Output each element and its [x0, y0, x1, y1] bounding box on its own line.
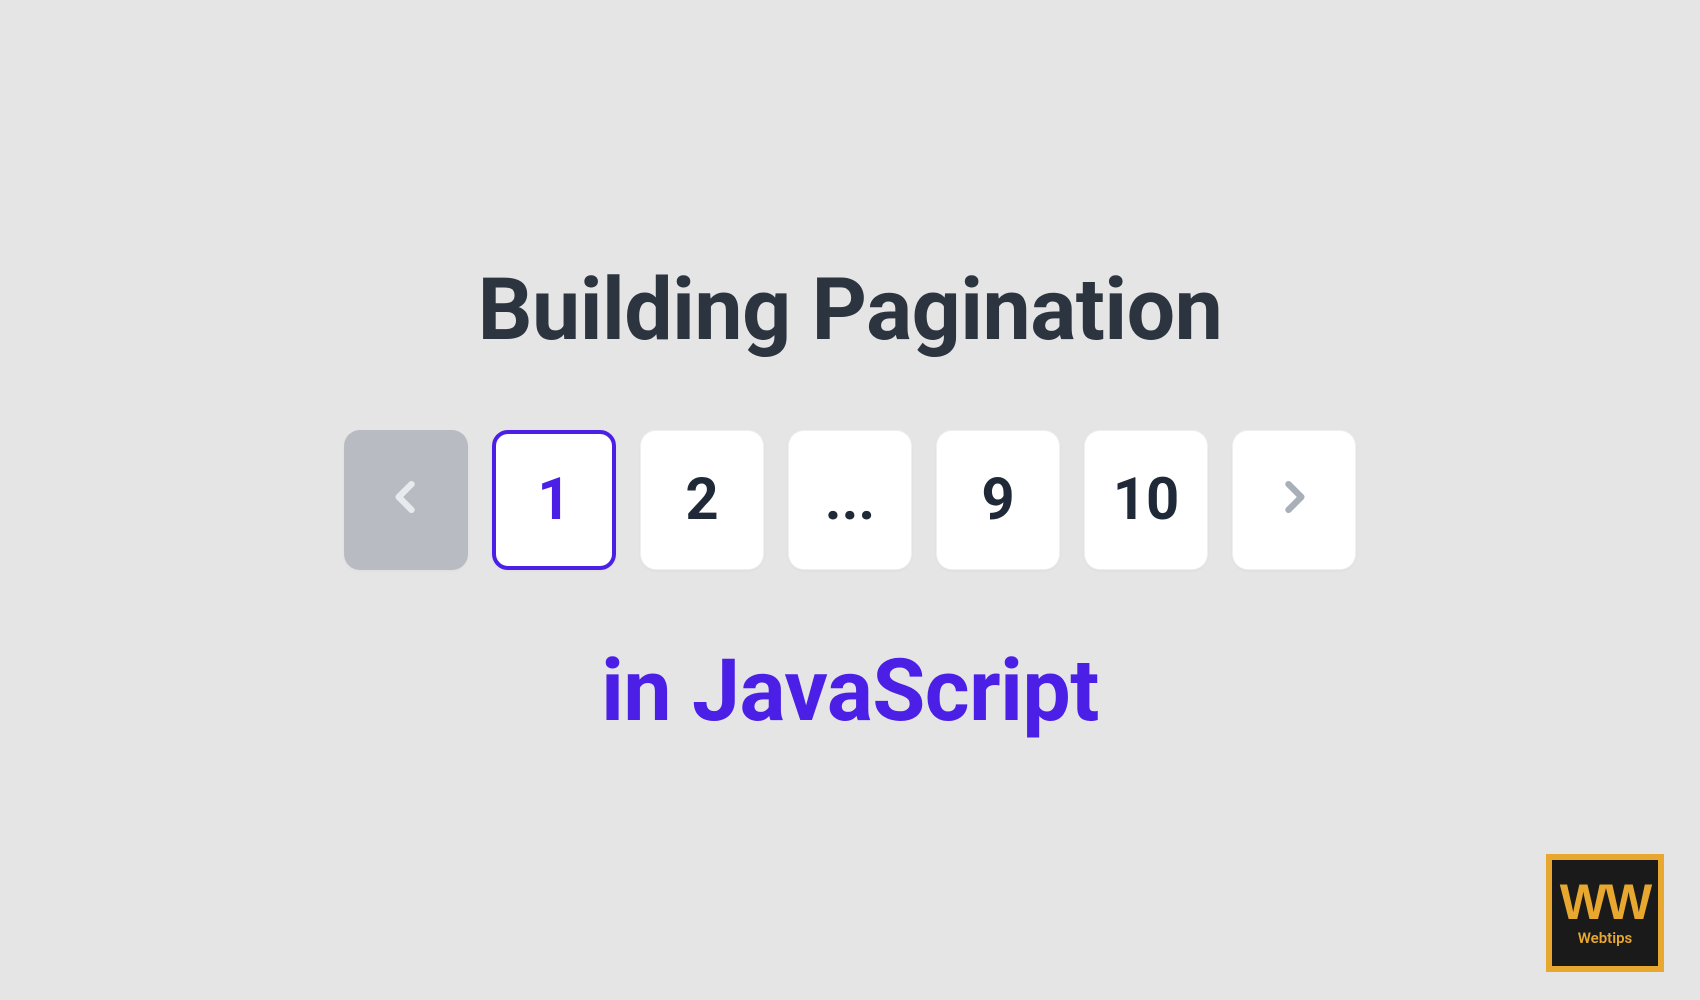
prev-page-button	[344, 430, 468, 570]
pagination: 1 2 ... 9 10	[344, 430, 1356, 570]
page-9-button[interactable]: 9	[936, 430, 1060, 570]
page-10-button[interactable]: 10	[1084, 430, 1208, 570]
page-2-button[interactable]: 2	[640, 430, 764, 570]
logo-label: Webtips	[1578, 929, 1633, 947]
page-1-button[interactable]: 1	[492, 430, 616, 570]
chevron-left-icon	[384, 466, 428, 534]
next-page-button[interactable]	[1232, 430, 1356, 570]
logo-mark: WW	[1560, 880, 1650, 925]
chevron-right-icon	[1272, 466, 1316, 534]
page-ellipsis: ...	[788, 430, 912, 570]
webtips-logo: WW Webtips	[1546, 854, 1664, 972]
page-title: Building Pagination	[478, 259, 1223, 360]
page-subtitle: in JavaScript	[601, 640, 1099, 741]
